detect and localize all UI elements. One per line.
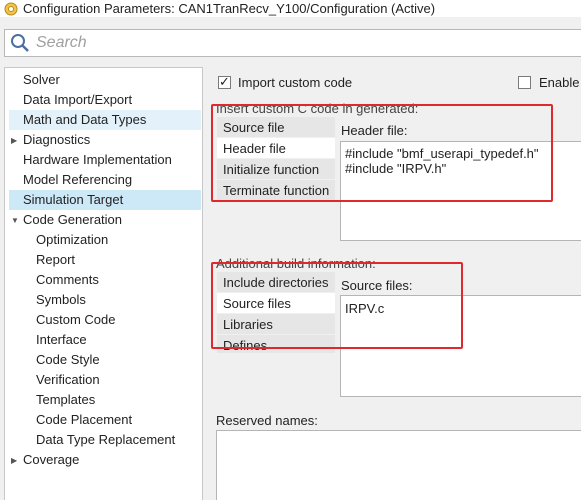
tree-item-data-type-replacement[interactable]: Data Type Replacement [36, 430, 175, 450]
tree-item-math-and-data-types[interactable]: Math and Data Types [9, 110, 201, 130]
tree-item-code-placement[interactable]: Code Placement [36, 410, 132, 430]
enable-label: Enable [539, 75, 580, 90]
tree-item-code-style[interactable]: Code Style [36, 350, 100, 370]
annotation-box-source-files [211, 262, 463, 349]
tree-item-model-referencing[interactable]: Model Referencing [23, 170, 132, 190]
tree-item-coverage[interactable]: Coverage [23, 450, 79, 470]
tree-item-custom-code[interactable]: Custom Code [36, 310, 115, 330]
annotation-box-header-file [211, 104, 553, 202]
tree-item-interface[interactable]: Interface [36, 330, 87, 350]
category-tree: Solver Data Import/Export Math and Data … [4, 67, 203, 500]
tree-item-templates[interactable]: Templates [36, 390, 95, 410]
tree-item-data-import-export[interactable]: Data Import/Export [23, 90, 132, 110]
search-box[interactable] [4, 29, 581, 57]
simulink-app-icon [4, 2, 18, 15]
tree-item-diagnostics[interactable]: Diagnostics [23, 130, 90, 150]
window-title: Configuration Parameters: CAN1TranRecv_Y… [23, 1, 436, 16]
tree-item-verification[interactable]: Verification [36, 370, 100, 390]
tree-item-symbols[interactable]: Symbols [36, 290, 86, 310]
search-input[interactable] [36, 34, 336, 52]
tree-item-report[interactable]: Report [36, 250, 75, 270]
search-icon [11, 34, 29, 52]
tree-item-comments[interactable]: Comments [36, 270, 99, 290]
title-bar: Configuration Parameters: CAN1TranRecv_Y… [0, 0, 581, 17]
tree-item-code-generation[interactable]: Code Generation [23, 210, 122, 230]
reserved-names-editor[interactable] [216, 430, 581, 500]
tree-item-simulation-target[interactable]: Simulation Target [9, 190, 201, 210]
chevron-right-icon[interactable]: ▶ [11, 456, 17, 465]
import-custom-code-label: Import custom code [238, 75, 353, 90]
chevron-down-icon[interactable]: ▼ [11, 216, 19, 225]
tree-item-optimization[interactable]: Optimization [36, 230, 108, 250]
enable-checkbox[interactable] [518, 76, 531, 89]
import-custom-code-checkbox[interactable] [218, 74, 231, 90]
tree-item-solver[interactable]: Solver [23, 70, 60, 90]
chevron-right-icon[interactable]: ▶ [11, 136, 17, 145]
reserved-names-label: Reserved names: [216, 413, 318, 428]
tree-item-hardware-implementation[interactable]: Hardware Implementation [23, 150, 172, 170]
